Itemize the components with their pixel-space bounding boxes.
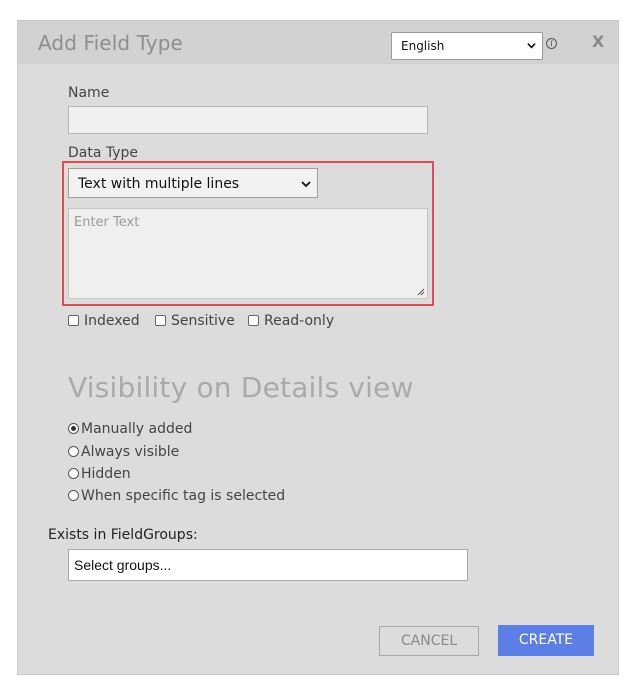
- data-type-select[interactable]: Text with multiple lines: [68, 168, 318, 198]
- text-input-area[interactable]: Enter Text: [68, 208, 428, 299]
- radio-always-visible-label: Always visible: [81, 444, 180, 460]
- data-type-select-value: Text with multiple lines: [78, 176, 240, 192]
- radio-hidden-label: Hidden: [81, 466, 131, 482]
- info-icon[interactable]: i: [546, 38, 557, 49]
- field-groups-placeholder: Select groups...: [74, 557, 172, 573]
- checkbox-indexed-label: Indexed: [84, 313, 140, 329]
- chevron-down-icon: [527, 43, 536, 49]
- resize-grip-icon[interactable]: [417, 288, 425, 296]
- name-label: Name: [68, 85, 110, 101]
- checkbox-box[interactable]: [155, 315, 166, 326]
- text-input-placeholder: Enter Text: [74, 215, 140, 230]
- language-select[interactable]: English: [391, 32, 543, 60]
- dialog-title: Add Field Type: [38, 31, 183, 55]
- dialog-titlebar: Add Field Type English i X: [18, 21, 618, 64]
- radio-specific-tag-label: When specific tag is selected: [81, 488, 286, 504]
- language-select-value: English: [401, 39, 445, 53]
- checkbox-read-only-label: Read-only: [264, 313, 335, 329]
- chevron-down-icon: [301, 181, 311, 188]
- create-button[interactable]: CREATE: [498, 625, 594, 656]
- name-input[interactable]: [68, 106, 428, 134]
- radio-manually-added-label: Manually added: [81, 421, 193, 437]
- cancel-button[interactable]: CANCEL: [379, 626, 479, 656]
- close-icon[interactable]: X: [592, 32, 604, 51]
- radio-button[interactable]: [68, 468, 79, 479]
- visibility-heading: Visibility on Details view: [68, 371, 414, 404]
- checkbox-box[interactable]: [248, 315, 259, 326]
- add-field-type-dialog: Add Field Type English i X Name Data Typ…: [17, 20, 619, 675]
- radio-button[interactable]: [68, 423, 79, 434]
- field-groups-select[interactable]: Select groups...: [68, 549, 468, 581]
- checkbox-sensitive-label: Sensitive: [171, 313, 235, 329]
- radio-button[interactable]: [68, 446, 79, 457]
- field-groups-label: Exists in FieldGroups:: [48, 527, 198, 543]
- radio-button[interactable]: [68, 490, 79, 501]
- data-type-label: Data Type: [68, 145, 139, 161]
- checkbox-box[interactable]: [68, 315, 79, 326]
